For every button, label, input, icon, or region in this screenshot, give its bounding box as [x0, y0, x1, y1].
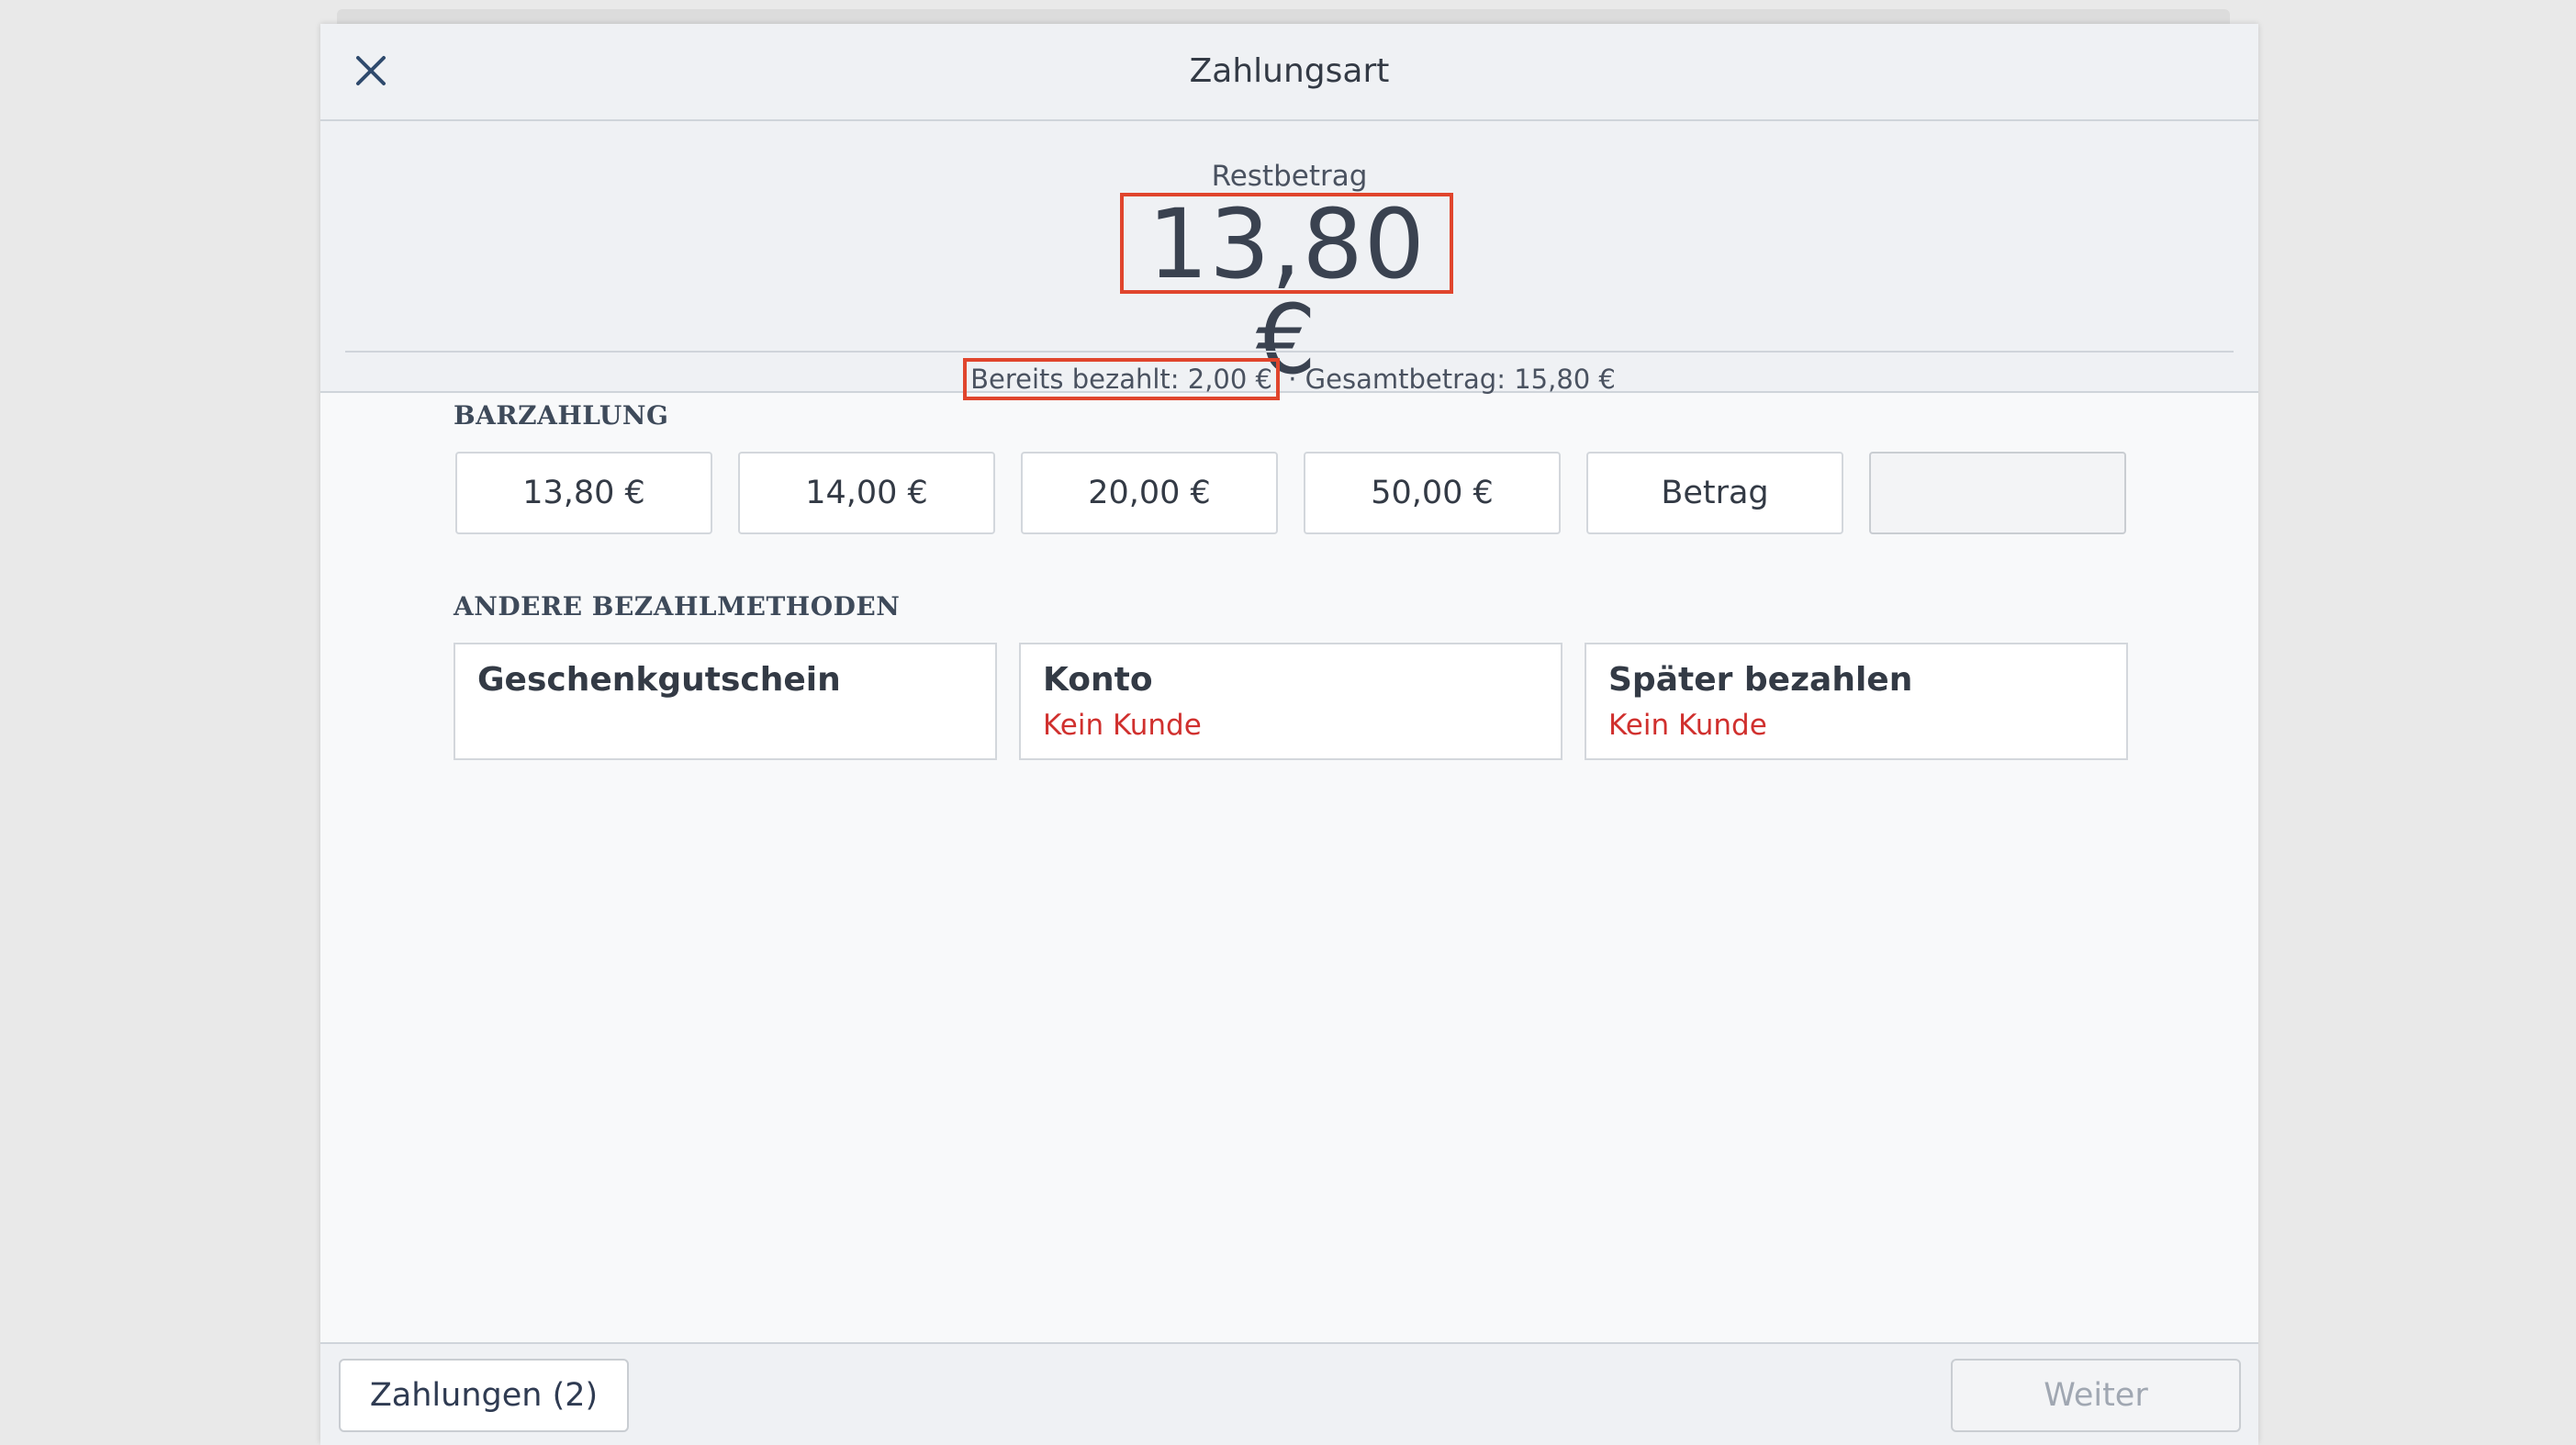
- other-methods-section-label: ANDERE BEZAHLMETHODEN: [454, 591, 901, 622]
- method-title: Geschenkgutschein: [477, 661, 841, 699]
- cash-empty-slot: [1869, 452, 2126, 534]
- cash-14-button[interactable]: 14,00 €: [738, 452, 995, 534]
- cash-exact-button[interactable]: 13,80 €: [455, 452, 712, 534]
- pay-later-method[interactable]: Später bezahlen Kein Kunde: [1585, 643, 2128, 760]
- close-icon: [356, 56, 386, 85]
- summary-divider: [345, 351, 2234, 353]
- remaining-amount: 13,80 €: [1120, 193, 1453, 387]
- cash-20-button[interactable]: 20,00 €: [1021, 452, 1278, 534]
- separator-dot: ·: [1280, 364, 1305, 395]
- gift-card-method[interactable]: Geschenkgutschein: [454, 643, 997, 760]
- method-title: Konto: [1043, 661, 1153, 699]
- account-method[interactable]: Konto Kein Kunde: [1019, 643, 1562, 760]
- cash-custom-amount-button[interactable]: Betrag: [1586, 452, 1843, 534]
- already-paid-text: Bereits bezahlt: 2,00 €: [963, 358, 1281, 400]
- method-title: Später bezahlen: [1608, 661, 1913, 699]
- dialog-header: Zahlungsart: [320, 24, 2258, 121]
- amount-summary: Restbetrag 13,80 € Bereits bezahlt: 2,00…: [320, 121, 2258, 400]
- cash-50-button[interactable]: 50,00 €: [1304, 452, 1561, 534]
- method-subtitle: Kein Kunde: [1043, 709, 1202, 742]
- other-methods-row: Geschenkgutschein Konto Kein Kunde Späte…: [454, 643, 2134, 760]
- close-button[interactable]: [348, 48, 394, 94]
- method-subtitle: Kein Kunde: [1608, 709, 1767, 742]
- payment-status-line: Bereits bezahlt: 2,00 € · Gesamtbetrag: …: [320, 358, 2258, 400]
- next-button[interactable]: Weiter: [1951, 1359, 2241, 1432]
- cash-buttons-row: 13,80 € 14,00 € 20,00 € 50,00 € Betrag: [455, 452, 2131, 534]
- cash-section-label: BARZAHLUNG: [454, 400, 669, 431]
- payments-button[interactable]: Zahlungen (2): [339, 1359, 629, 1432]
- total-amount-text: Gesamtbetrag: 15,80 €: [1305, 364, 1616, 395]
- payment-method-dialog: Zahlungsart Restbetrag 13,80 € Bereits b…: [320, 24, 2258, 1445]
- dialog-title: Zahlungsart: [1189, 52, 1390, 90]
- dialog-footer: Zahlungen (2) Weiter: [320, 1342, 2258, 1445]
